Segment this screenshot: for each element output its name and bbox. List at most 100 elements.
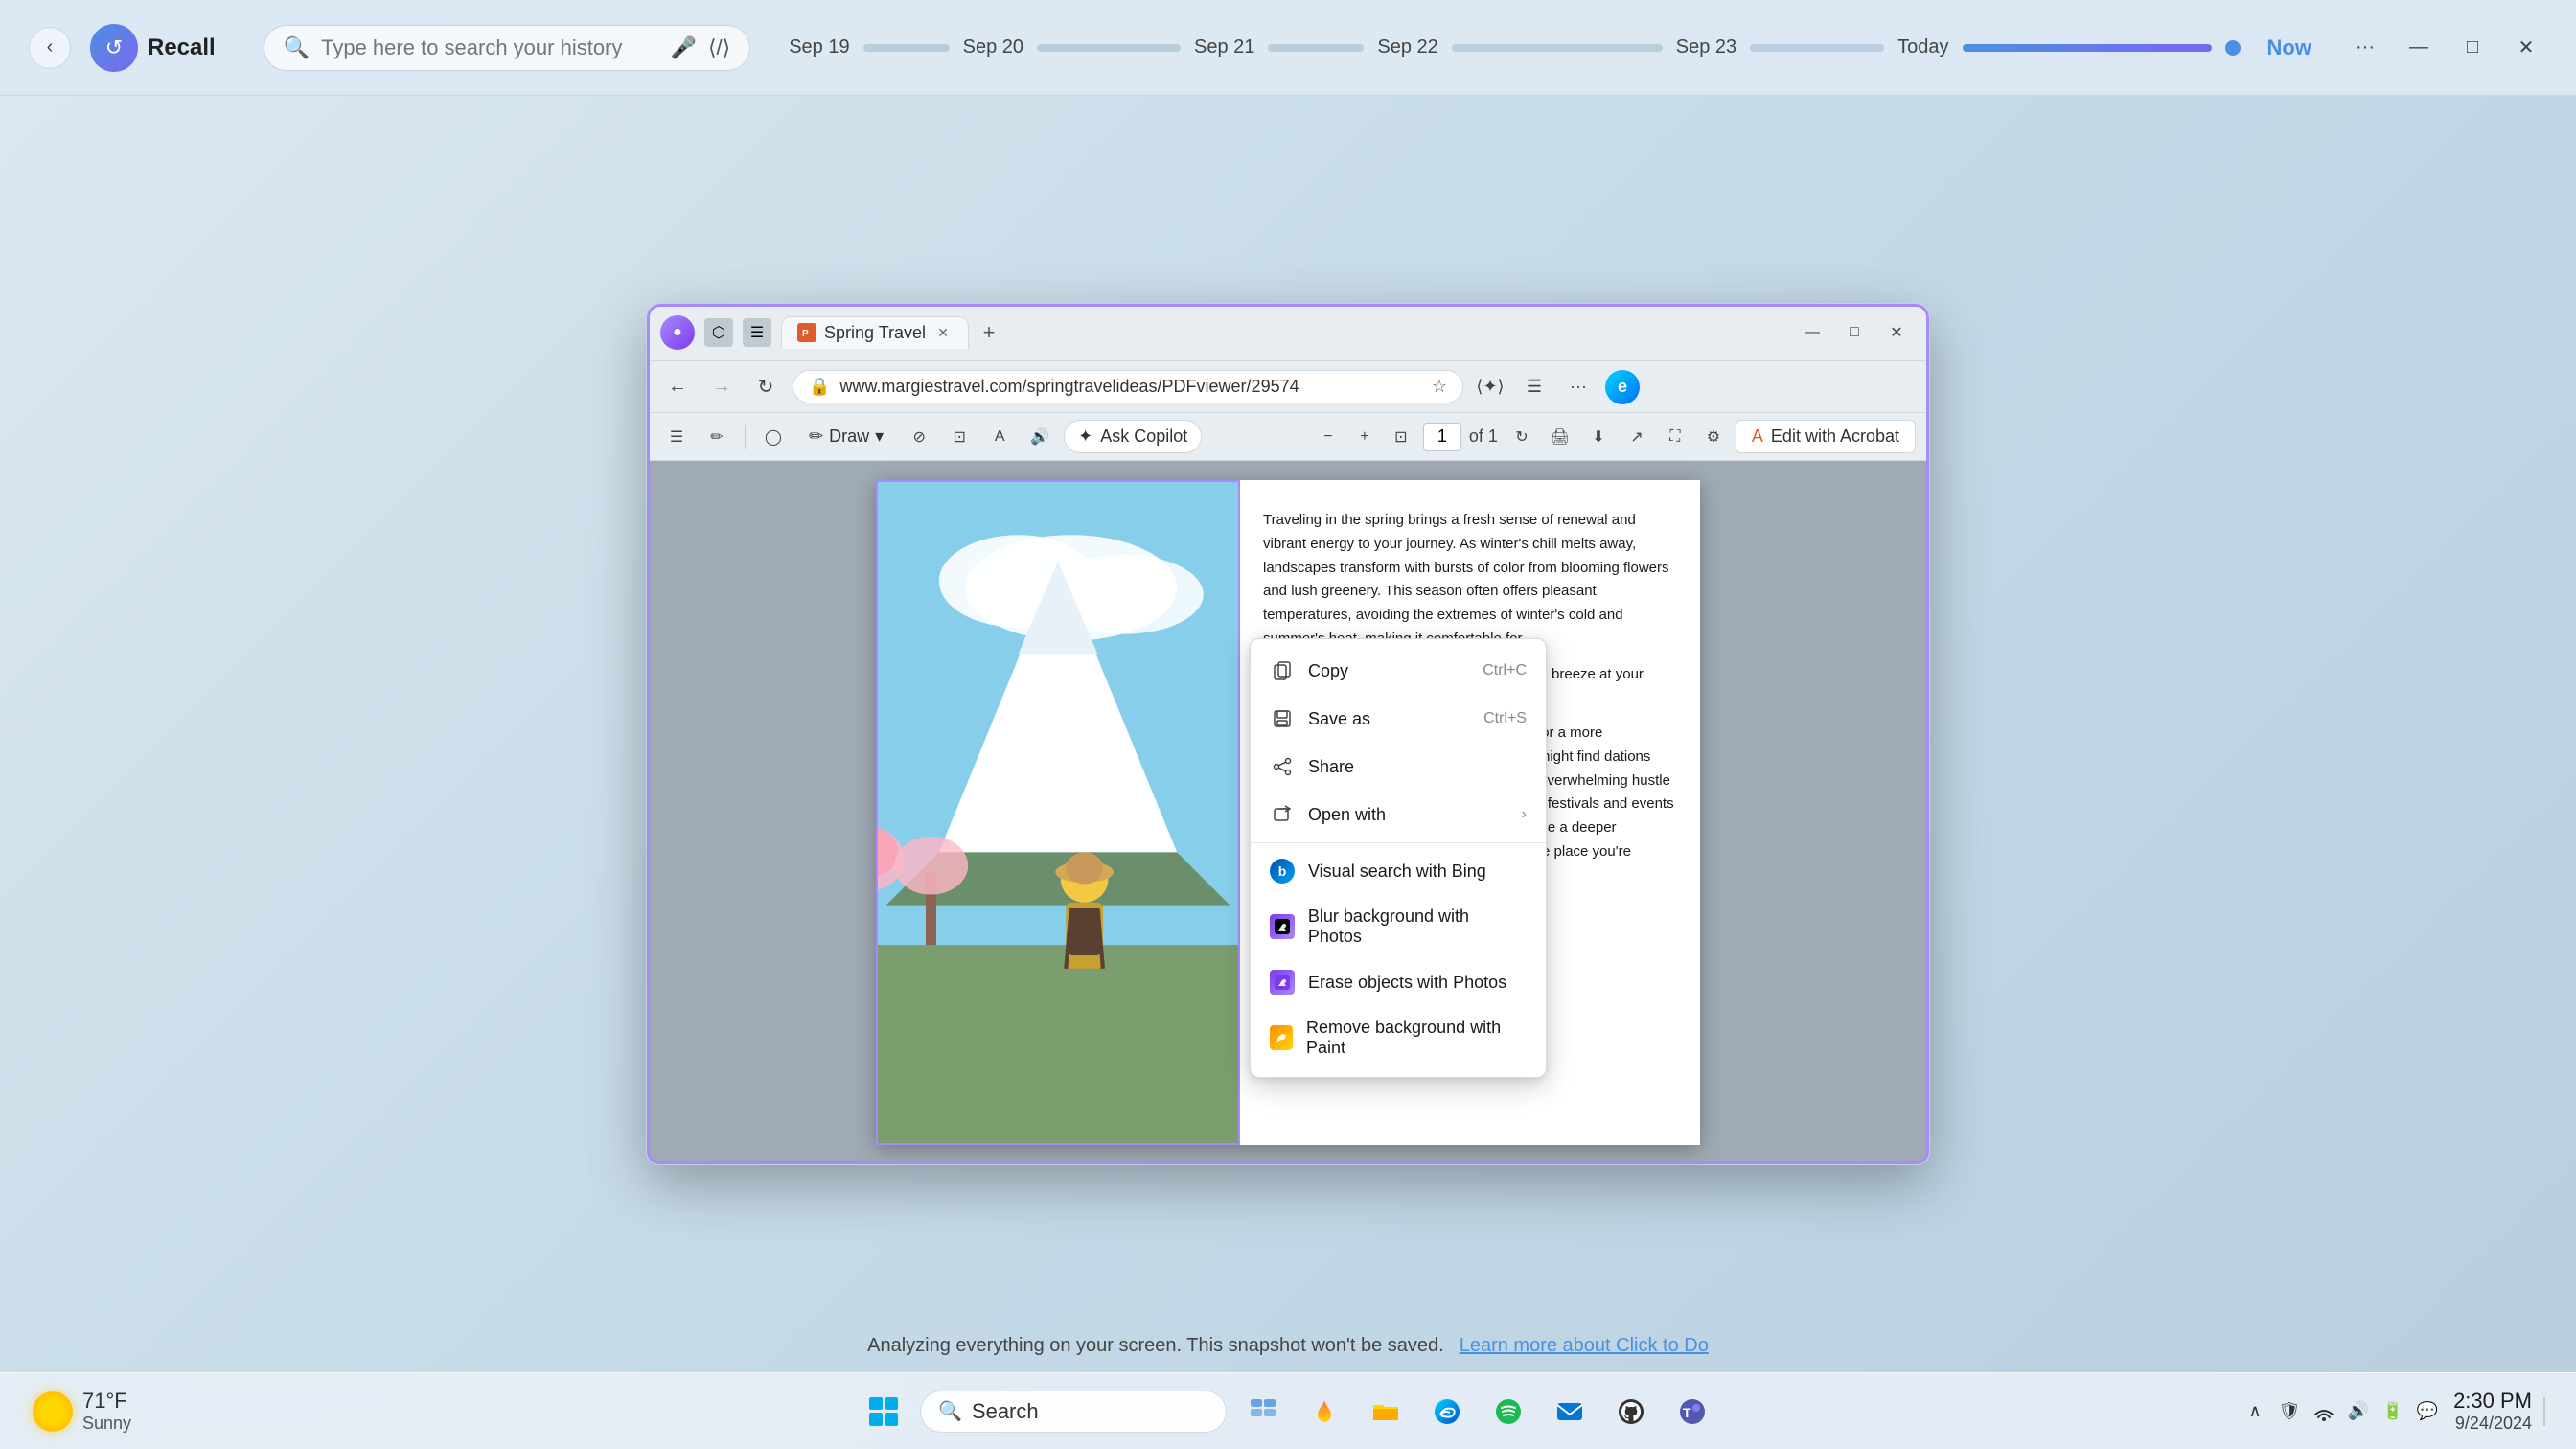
ctx-copy-label: Copy (1308, 661, 1348, 681)
now-button[interactable]: Now (2254, 30, 2325, 66)
bing-icon: b (1270, 859, 1295, 884)
ctx-open-with[interactable]: Open with › (1251, 791, 1546, 839)
taskbar-widgets[interactable] (1300, 1387, 1349, 1437)
seg-bar-sep20 (1037, 44, 1181, 52)
taskbar-search-bar[interactable]: 🔍 Search (920, 1391, 1227, 1433)
close-button[interactable]: ✕ (2505, 27, 2547, 69)
voice-search-icon[interactable]: 🎤 (671, 35, 697, 60)
weather-widget[interactable]: 71°F Sunny (19, 1381, 145, 1441)
seg-sep23[interactable]: Sep 23 (1676, 36, 1736, 58)
draw-button[interactable]: ✏ Draw ▾ (797, 421, 895, 452)
more-options-button[interactable]: ··· (2344, 27, 2386, 69)
pdf-image[interactable] (876, 480, 1240, 1145)
pdf-erase2-icon[interactable]: ⊘ (903, 421, 935, 453)
browser-maximize[interactable]: □ (1835, 316, 1874, 349)
pdf-highlight-icon[interactable]: ✏ (701, 421, 733, 453)
new-tab-button[interactable]: + (973, 316, 1005, 349)
browser-collections-icon[interactable]: ☰ (1517, 370, 1552, 404)
tray-battery[interactable]: 🔋 (2379, 1397, 2407, 1426)
tray-volume[interactable]: 🔊 (2344, 1397, 2373, 1426)
spring-travel-tab[interactable]: P Spring Travel ✕ (781, 316, 969, 349)
tray-up-arrow[interactable]: ∧ (2241, 1397, 2269, 1426)
taskbar-teams[interactable]: T (1668, 1387, 1717, 1437)
history-search-input[interactable] (321, 35, 658, 60)
ctx-blur-bg-label: Blur background with Photos (1308, 907, 1527, 947)
pdf-audio-icon[interactable]: 🔊 (1024, 421, 1056, 453)
pdf-settings-icon[interactable]: ⚙ (1697, 421, 1730, 453)
ctx-erase-objects[interactable]: Erase objects with Photos (1251, 958, 1546, 1006)
ctx-visual-search[interactable]: b Visual search with Bing (1251, 847, 1546, 895)
pdf-list-icon[interactable]: ☰ (660, 421, 693, 453)
profile-icon[interactable]: ● (660, 315, 695, 350)
pdf-eraser-icon[interactable]: ◯ (757, 421, 790, 453)
timeline-dot (2225, 40, 2241, 56)
edge-icon[interactable]: e (1605, 370, 1640, 404)
pdf-rotate-icon[interactable]: ↻ (1506, 421, 1538, 453)
browser-close[interactable]: ✕ (1877, 316, 1916, 349)
photos-erase-icon (1270, 970, 1295, 995)
clock[interactable]: 2:30 PM 9/24/2024 (2453, 1389, 2532, 1434)
start-button[interactable] (859, 1387, 908, 1437)
taskbar-spotify[interactable] (1484, 1387, 1533, 1437)
maximize-button[interactable]: □ (2451, 27, 2494, 69)
browser-more-button[interactable]: ··· (1561, 370, 1596, 404)
extension-icon[interactable]: ⬡ (704, 318, 733, 347)
zoom-in-button[interactable]: + (1350, 423, 1379, 451)
address-text: www.margiestravel.com/springtravelideas/… (840, 377, 1421, 397)
seg-sep21[interactable]: Sep 21 (1194, 36, 1254, 58)
taskbar-left: 71°F Sunny (19, 1381, 145, 1441)
taskbar-mail[interactable] (1545, 1387, 1595, 1437)
code-icon[interactable]: ⟨/⟩ (708, 35, 730, 60)
status-text: Analyzing everything on your screen. Thi… (867, 1335, 1444, 1357)
taskbar-taskview[interactable] (1238, 1387, 1288, 1437)
browser-refresh-button[interactable]: ↻ (748, 370, 783, 404)
bookmark-icon[interactable]: ☆ (1432, 377, 1447, 397)
browser-back-button[interactable]: ← (660, 370, 695, 404)
seg-today[interactable]: Today (1898, 36, 1948, 58)
taskbar-file-explorer[interactable] (1361, 1387, 1411, 1437)
tray-security[interactable]: 🛡 (2275, 1397, 2304, 1426)
collections-icon[interactable]: ☰ (743, 318, 771, 347)
page-number-input[interactable] (1423, 423, 1461, 451)
copilot-icon: ✦ (1078, 426, 1092, 447)
taskbar-github[interactable] (1606, 1387, 1656, 1437)
browser-copilot-icon[interactable]: ⟨✦⟩ (1473, 370, 1507, 404)
pdf-content-area: Traveling in the spring brings a fresh s… (647, 461, 1929, 1164)
browser-minimize[interactable]: — (1793, 316, 1831, 349)
ctx-copy[interactable]: Copy Ctrl+C (1251, 647, 1546, 695)
ctx-share[interactable]: Share (1251, 743, 1546, 791)
pdf-share-icon[interactable]: ↗ (1621, 421, 1653, 453)
history-search-bar[interactable]: 🔍 🎤 ⟨/⟩ (264, 25, 751, 71)
taskbar-edge[interactable] (1422, 1387, 1472, 1437)
fit-page-button[interactable]: ⊡ (1387, 423, 1415, 451)
seg-sep19[interactable]: Sep 19 (789, 36, 849, 58)
seg-sep22[interactable]: Sep 22 (1377, 36, 1438, 58)
ctx-remove-bg[interactable]: Remove background with Paint (1251, 1006, 1546, 1070)
browser-forward-button[interactable]: → (704, 370, 739, 404)
ask-copilot-label: Ask Copilot (1100, 426, 1187, 447)
show-desktop-button[interactable] (2543, 1397, 2557, 1426)
ctx-save-as[interactable]: Save as Ctrl+S (1251, 695, 1546, 743)
pdf-download-icon[interactable]: ⬇ (1582, 421, 1615, 453)
tray-message[interactable]: 💬 (2413, 1397, 2442, 1426)
edit-acrobat-button[interactable]: A Edit with Acrobat (1736, 420, 1916, 453)
seg-sep20[interactable]: Sep 20 (963, 36, 1024, 58)
tray-network[interactable] (2310, 1397, 2338, 1426)
logo-bottom-right (886, 1413, 899, 1426)
pdf-fit-icon[interactable]: ⊡ (943, 421, 976, 453)
pdf-fullscreen-icon[interactable]: ⛶ (1659, 421, 1691, 453)
tab-close-button[interactable]: ✕ (933, 323, 953, 342)
ask-copilot-button[interactable]: ✦ Ask Copilot (1064, 420, 1202, 453)
address-bar[interactable]: 🔒 www.margiestravel.com/springtravelidea… (793, 370, 1463, 403)
back-button[interactable]: ‹ (29, 27, 71, 69)
taskbar-right: ∧ 🛡 🔊 🔋 💬 2:30 PM 9/24/2024 (2241, 1389, 2557, 1434)
weather-temp: 71°F (82, 1389, 131, 1414)
pdf-text-icon[interactable]: A (983, 421, 1016, 453)
zoom-out-button[interactable]: − (1314, 423, 1343, 451)
pdf-print-icon[interactable]: 🖨 (1544, 421, 1576, 453)
draw-label: Draw (829, 426, 869, 447)
learn-more-link[interactable]: Learn more about Click to Do (1460, 1335, 1709, 1357)
photos-blur-icon (1270, 914, 1295, 939)
ctx-blur-bg[interactable]: Blur background with Photos (1251, 895, 1546, 958)
minimize-button[interactable]: — (2398, 27, 2440, 69)
